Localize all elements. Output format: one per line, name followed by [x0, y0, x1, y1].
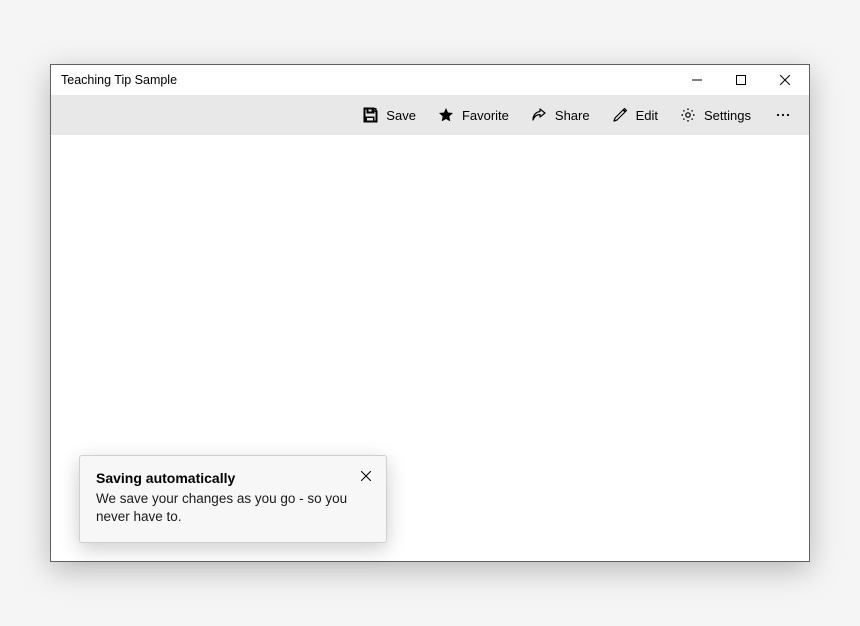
star-icon [438, 107, 454, 123]
content-area: Saving automatically We save your change… [51, 135, 809, 561]
close-icon [780, 75, 790, 85]
minimize-icon [692, 75, 702, 85]
ellipsis-icon [775, 107, 791, 123]
window-title: Teaching Tip Sample [61, 73, 675, 87]
save-button[interactable]: Save [352, 97, 426, 133]
titlebar: Teaching Tip Sample [51, 65, 809, 95]
teaching-tip-close-button[interactable] [356, 466, 376, 486]
save-icon [362, 107, 378, 123]
maximize-button[interactable] [719, 65, 763, 95]
close-icon [361, 471, 371, 481]
command-bar: Save Favorite Share Edit Settings [51, 95, 809, 135]
settings-label: Settings [704, 108, 751, 123]
maximize-icon [736, 75, 746, 85]
favorite-label: Favorite [462, 108, 509, 123]
app-window: Teaching Tip Sample Save Favorite [50, 64, 810, 562]
edit-label: Edit [636, 108, 658, 123]
overflow-button[interactable] [763, 97, 803, 133]
edit-button[interactable]: Edit [602, 97, 668, 133]
share-label: Share [555, 108, 590, 123]
favorite-button[interactable]: Favorite [428, 97, 519, 133]
gear-icon [680, 107, 696, 123]
window-controls [675, 65, 807, 95]
edit-icon [612, 107, 628, 123]
share-button[interactable]: Share [521, 97, 600, 133]
share-icon [531, 107, 547, 123]
close-window-button[interactable] [763, 65, 807, 95]
teaching-tip: Saving automatically We save your change… [79, 455, 387, 543]
teaching-tip-subtitle: We save your changes as you go - so you … [96, 490, 370, 526]
minimize-button[interactable] [675, 65, 719, 95]
teaching-tip-title: Saving automatically [96, 470, 370, 486]
save-label: Save [386, 108, 416, 123]
settings-button[interactable]: Settings [670, 97, 761, 133]
